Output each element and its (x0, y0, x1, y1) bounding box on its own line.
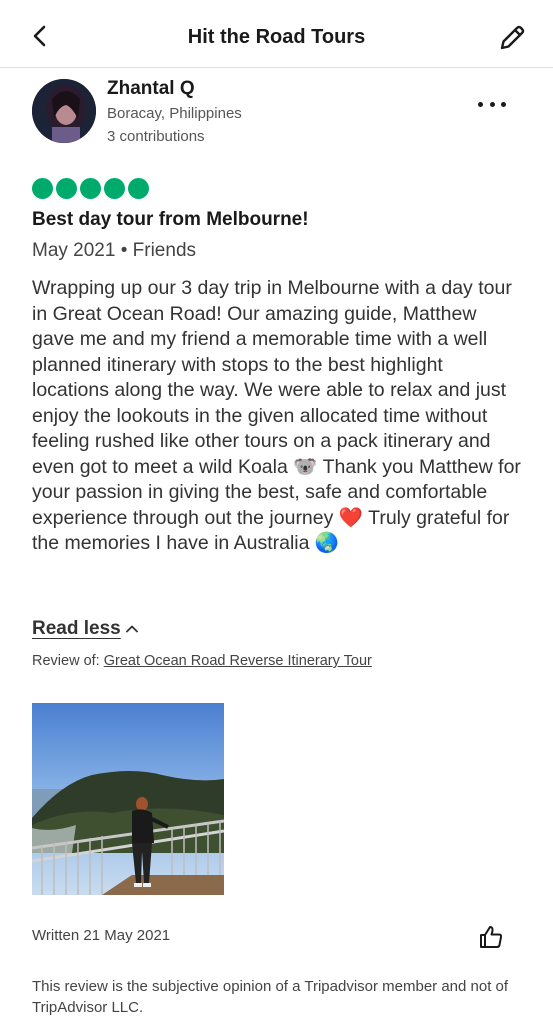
tour-link[interactable]: Great Ocean Road Reverse Itinerary Tour (104, 653, 372, 669)
review-title: Best day tour from Melbourne! (32, 209, 309, 230)
review-of-label: Review of: (32, 653, 100, 669)
rating-bubble-icon (104, 178, 125, 199)
more-dot-icon (478, 101, 483, 107)
chevron-up-icon (125, 625, 138, 633)
rating-bubble-icon (128, 178, 149, 199)
read-less-label: Read less (32, 618, 121, 639)
page-title: Hit the Road Tours (187, 26, 366, 48)
disclaimer: This review is the subjective opinion of… (32, 978, 509, 1016)
review-photo[interactable] (32, 703, 224, 895)
pencil-icon (500, 25, 525, 50)
written-date: Written 21 May 2021 (32, 927, 171, 944)
rating-bubble-icon (32, 178, 53, 199)
reviewer-location: Boracay, Philippines (107, 105, 242, 122)
top-bar: Hit the Road Tours (0, 0, 553, 68)
review-of: Review of: Great Ocean Road Reverse Itin… (32, 653, 372, 669)
avatar[interactable] (32, 79, 96, 143)
review-body: Wrapping up our 3 day trip in Melbourne … (32, 277, 521, 554)
review-meta: May 2021 • Friends (32, 240, 197, 261)
reviewer-contributions: 3 contributions (107, 128, 205, 145)
thumbs-up-icon (480, 926, 503, 948)
rating-bubble-icon (56, 178, 77, 199)
helpful-vote-button[interactable] (478, 924, 504, 950)
rating-bubble-icon (80, 178, 101, 199)
rating-bubbles (32, 178, 149, 199)
read-less-button[interactable]: Read less (32, 618, 140, 640)
more-options-button[interactable] (478, 96, 506, 112)
more-dot-icon (489, 101, 495, 107)
reviewer-name[interactable]: Zhantal Q (107, 78, 195, 100)
more-dot-icon (501, 101, 506, 107)
edit-button[interactable] (496, 22, 528, 54)
